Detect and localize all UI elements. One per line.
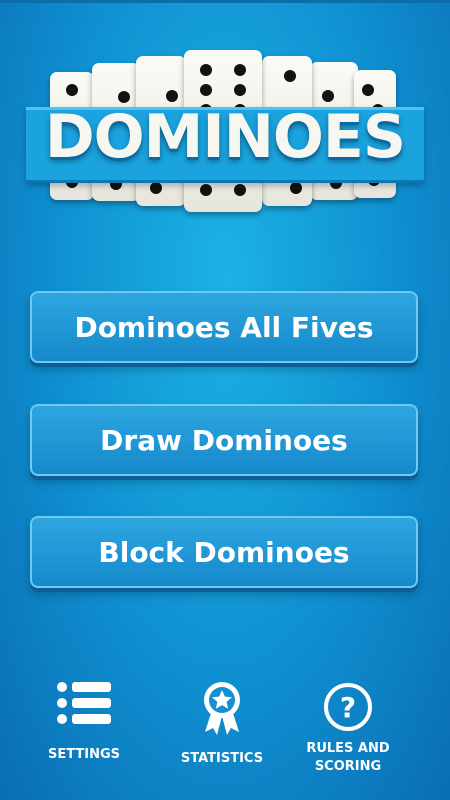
mode-button-draw[interactable]: Draw Dominoes [30, 404, 418, 476]
pip [234, 84, 246, 96]
dominoes-logo: DOMINOES [0, 0, 450, 230]
statistics-label: STATISTICS [180, 751, 264, 766]
mode-button-label: Dominoes All Fives [74, 310, 374, 344]
pip [362, 84, 374, 96]
pip [234, 64, 246, 76]
list-icon [57, 682, 111, 724]
award-ribbon-icon [204, 682, 240, 735]
pip [150, 182, 162, 194]
pip [200, 184, 212, 196]
statistics-button[interactable]: STATISTICS [166, 676, 278, 772]
pip [66, 84, 78, 96]
mode-button-label: Draw Dominoes [100, 423, 348, 457]
mode-button-all-fives[interactable]: Dominoes All Fives [30, 291, 418, 363]
pip [290, 182, 302, 194]
mode-button-label: Block Dominoes [98, 535, 350, 569]
question-circle-icon: ? [324, 683, 372, 731]
settings-button[interactable]: SETTINGS [28, 676, 140, 772]
pip [200, 64, 212, 76]
pip [200, 84, 212, 96]
mode-button-block[interactable]: Block Dominoes [30, 516, 418, 588]
logo-title: DOMINOES [44, 102, 406, 172]
svg-text:?: ? [340, 691, 356, 724]
pip [322, 90, 334, 102]
pip [234, 184, 246, 196]
settings-label: SETTINGS [47, 747, 121, 762]
pip [284, 70, 296, 82]
rules-and-scoring-button[interactable]: ? RULES AND SCORING [298, 676, 398, 786]
rules-label: RULES AND SCORING [306, 741, 390, 774]
pip [166, 90, 178, 102]
